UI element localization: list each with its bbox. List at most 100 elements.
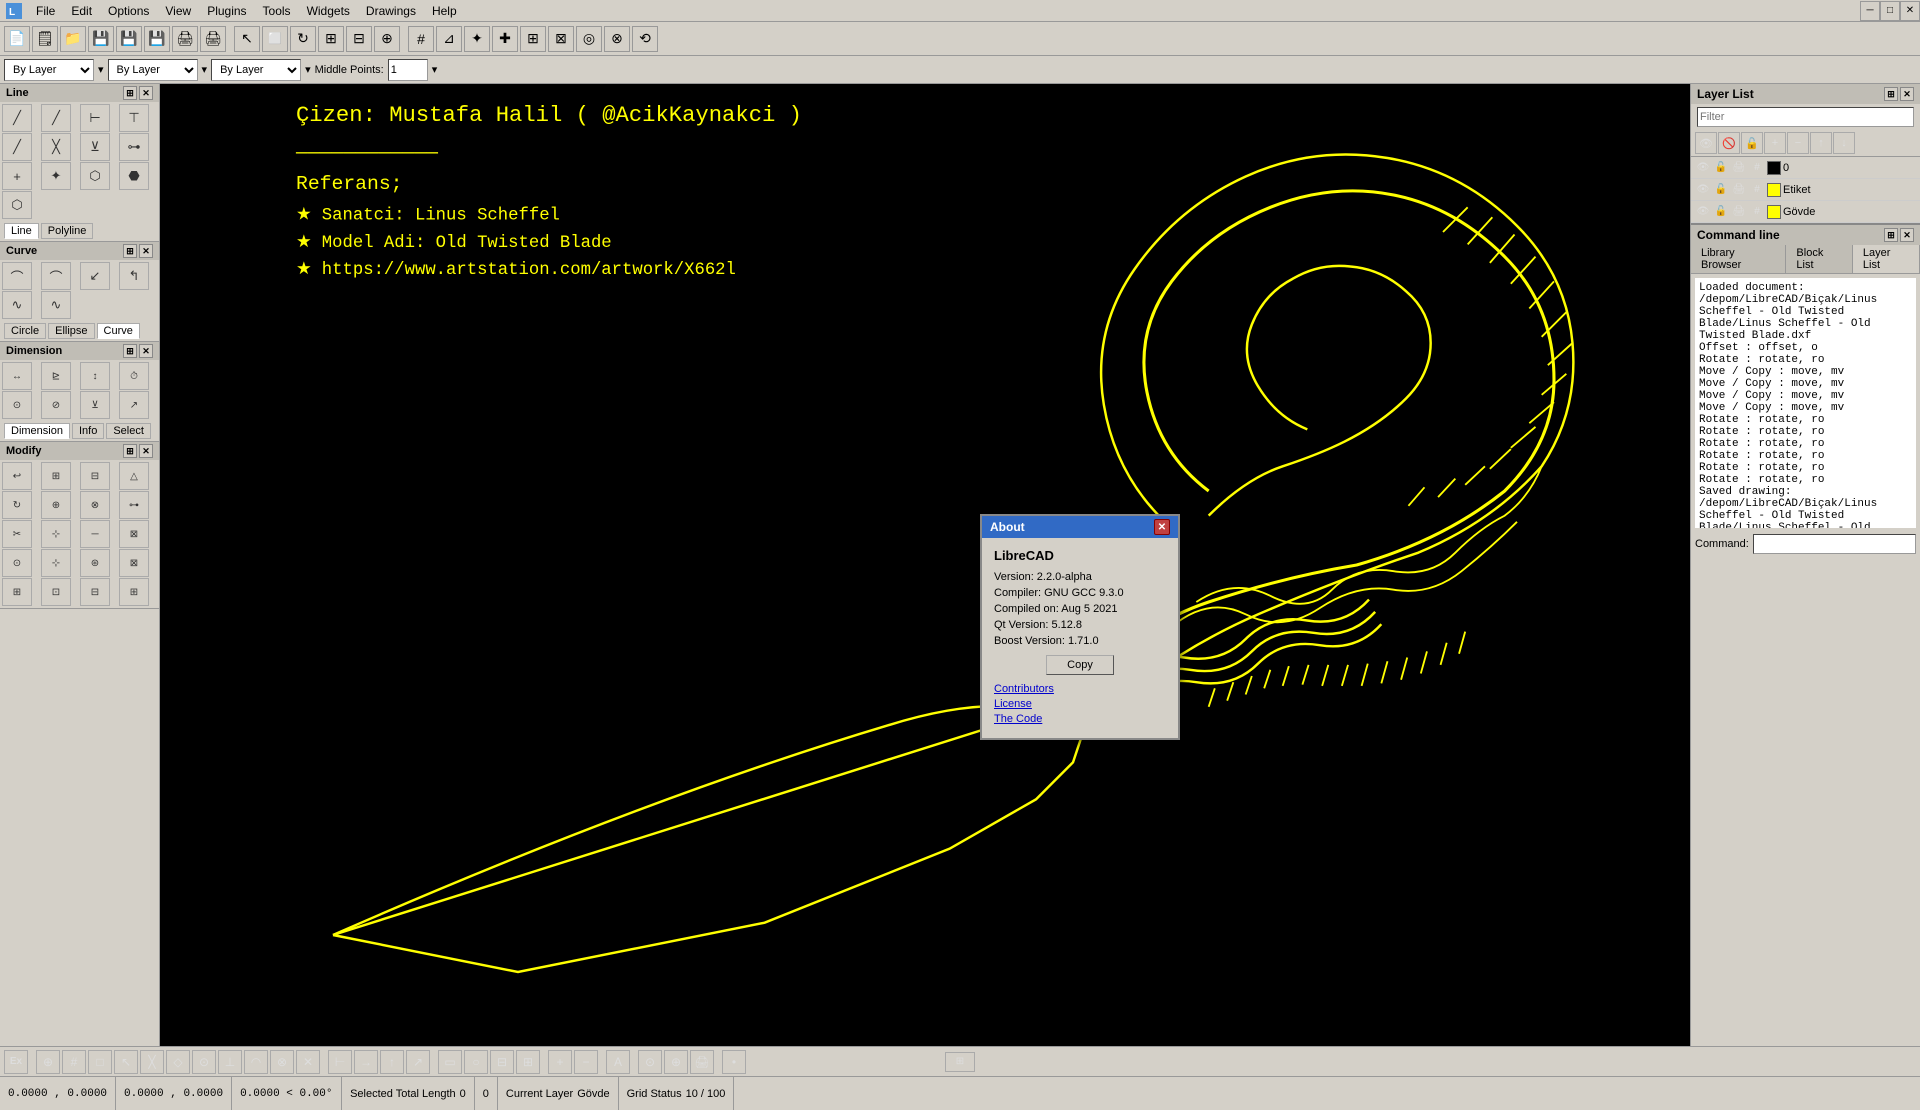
layer-float-btn[interactable]: ⊞ — [1884, 87, 1898, 101]
menu-edit[interactable]: Edit — [63, 2, 100, 20]
mod-tool-11[interactable]: ─ — [80, 520, 110, 548]
snap6-button[interactable]: ◎ — [576, 26, 602, 52]
block2-button[interactable]: ⊟ — [346, 26, 372, 52]
linetype-dropdown[interactable]: By Layer — [211, 59, 301, 81]
mod-tool-15[interactable]: ⊛ — [80, 549, 110, 577]
menu-drawings[interactable]: Drawings — [358, 2, 424, 20]
layer-print-icon-1[interactable]: 🖨 — [1731, 182, 1747, 198]
rotate-button[interactable]: ↻ — [290, 26, 316, 52]
ortho-button[interactable]: ⊿ — [436, 26, 462, 52]
view-sub-btn[interactable]: − — [574, 1050, 598, 1074]
snap8-button[interactable]: ⟲ — [632, 26, 658, 52]
color-dropdown[interactable]: By Layer — [108, 59, 198, 81]
print2-button[interactable]: 🖨 — [200, 26, 226, 52]
snap-perpendicular-btn[interactable]: ⊥ — [218, 1050, 242, 1074]
layer-snap-icon-2[interactable]: # — [1749, 204, 1765, 220]
layer-print-icon-0[interactable]: 🖨 — [1731, 160, 1747, 176]
restrict-angle-btn[interactable]: ↗ — [406, 1050, 430, 1074]
restrict-ortho-btn[interactable]: ⊢ — [328, 1050, 352, 1074]
line-tool-10[interactable]: ✦ — [41, 162, 71, 190]
layer-snap-icon-1[interactable]: # — [1749, 182, 1765, 198]
mod-tool-13[interactable]: ⊙ — [2, 549, 32, 577]
cmd-close-btn[interactable]: ✕ — [1900, 228, 1914, 242]
canvas-area[interactable]: Çizen: Mustafa Halil ( @AcikKaynakci ) —… — [160, 84, 1690, 1046]
layer-unlock-btn[interactable]: 🔓 — [1741, 132, 1763, 154]
about-close-button[interactable]: ✕ — [1154, 519, 1170, 535]
new2-button[interactable]: 🗒 — [32, 26, 58, 52]
minimize-button[interactable]: ─ — [1860, 1, 1880, 21]
print-button[interactable]: 🖨 — [172, 26, 198, 52]
snap-center-btn[interactable]: ╳ — [140, 1050, 164, 1074]
dim-tool-8[interactable]: ↗ — [119, 391, 149, 419]
layer-hidden-btn[interactable]: 🚫 — [1718, 132, 1740, 154]
mod-tool-12[interactable]: ⊠ — [119, 520, 149, 548]
curve-tool-4[interactable]: ↰ — [119, 262, 149, 290]
view-rect-btn[interactable]: ▭ — [438, 1050, 462, 1074]
select-button[interactable]: ↖ — [234, 26, 260, 52]
snap-distance-btn[interactable]: ⊙ — [192, 1050, 216, 1074]
view-snap-btn[interactable]: ⊞ — [516, 1050, 540, 1074]
menu-file[interactable]: File — [28, 2, 63, 20]
layer-move-down-btn[interactable]: ↓ — [1833, 132, 1855, 154]
layer-lock-icon-1[interactable]: 🔓 — [1713, 182, 1729, 198]
snap7-button[interactable]: ⊗ — [604, 26, 630, 52]
mod-tool-18[interactable]: ⊡ — [41, 578, 71, 606]
save2-button[interactable]: 💾 — [116, 26, 142, 52]
dim-tool-1[interactable]: ↔ — [2, 362, 32, 390]
curve-float-btn[interactable]: ⊞ — [123, 244, 137, 258]
snap5-button[interactable]: ⊠ — [548, 26, 574, 52]
line-tool-12[interactable]: ⬣ — [119, 162, 149, 190]
dimension-tab[interactable]: Dimension — [4, 423, 70, 439]
mod-tool-10[interactable]: ⊹ — [41, 520, 71, 548]
layer-remove-btn[interactable]: − — [1787, 132, 1809, 154]
mod-tool-14[interactable]: ⊹ — [41, 549, 71, 577]
line-tool-3[interactable]: ⊢ — [80, 104, 110, 132]
snap3-button[interactable]: ✚ — [492, 26, 518, 52]
info-tab[interactable]: Info — [72, 423, 104, 439]
zoom-btn[interactable]: ⊕ — [664, 1050, 688, 1074]
dim-tool-2[interactable]: ⊵ — [41, 362, 71, 390]
layer-dropdown[interactable]: By Layer — [4, 59, 94, 81]
close-button[interactable]: ✕ — [1900, 1, 1920, 21]
menu-plugins[interactable]: Plugins — [199, 2, 254, 20]
snap-close-btn[interactable]: ⊗ — [270, 1050, 294, 1074]
restrict-vert-btn[interactable]: ↑ — [380, 1050, 404, 1074]
dim-tool-4[interactable]: ⏱ — [119, 362, 149, 390]
select2-button[interactable]: ⬜ — [262, 26, 288, 52]
maximize-button[interactable]: □ — [1880, 1, 1900, 21]
line-tool-4[interactable]: ⊤ — [119, 104, 149, 132]
copy-button[interactable]: Copy — [1046, 655, 1114, 675]
line-close-btn[interactable]: ✕ — [139, 86, 153, 100]
mod-tool-17[interactable]: ⊞ — [2, 578, 32, 606]
view-circ-btn[interactable]: ○ — [464, 1050, 488, 1074]
save3-button[interactable]: 💾 — [144, 26, 170, 52]
curve-tool-1[interactable]: ⌒ — [2, 262, 32, 290]
line-float-btn[interactable]: ⊞ — [123, 86, 137, 100]
grid-button[interactable]: # — [408, 26, 434, 52]
layer-lock-icon-0[interactable]: 🔓 — [1713, 160, 1729, 176]
layer-color-2[interactable] — [1767, 205, 1781, 219]
line-tool-5[interactable]: ╱ — [2, 133, 32, 161]
layer-visible-btn[interactable]: 👁 — [1695, 132, 1717, 154]
menu-help[interactable]: Help — [424, 2, 465, 20]
line-tool-1[interactable]: ╱ — [2, 104, 32, 132]
line-tool-7[interactable]: ⊻ — [80, 133, 110, 161]
contributors-link[interactable]: Contributors — [994, 683, 1166, 695]
view-rect2-btn[interactable]: ⊟ — [490, 1050, 514, 1074]
snap-endpoints-btn[interactable]: □ — [88, 1050, 112, 1074]
mod-tool-16[interactable]: ⊠ — [119, 549, 149, 577]
menu-options[interactable]: Options — [100, 2, 157, 20]
menu-tools[interactable]: Tools — [255, 2, 299, 20]
ellipse-tab[interactable]: Ellipse — [48, 323, 94, 339]
dot-btn[interactable]: • — [722, 1050, 746, 1074]
curve-tool-5[interactable]: ∿ — [2, 291, 32, 319]
mod-tool-20[interactable]: ⊞ — [119, 578, 149, 606]
line-tool-8[interactable]: ⊶ — [119, 133, 149, 161]
mod-tool-4[interactable]: △ — [119, 462, 149, 490]
curve-tool-6[interactable]: ∿ — [41, 291, 71, 319]
mod-close-btn[interactable]: ✕ — [139, 444, 153, 458]
tab-layer-list[interactable]: Layer List — [1853, 245, 1920, 273]
line-tool-13[interactable]: ⬡ — [2, 191, 32, 219]
snap2-button[interactable]: ✦ — [464, 26, 490, 52]
open-button[interactable]: 📁 — [60, 26, 86, 52]
